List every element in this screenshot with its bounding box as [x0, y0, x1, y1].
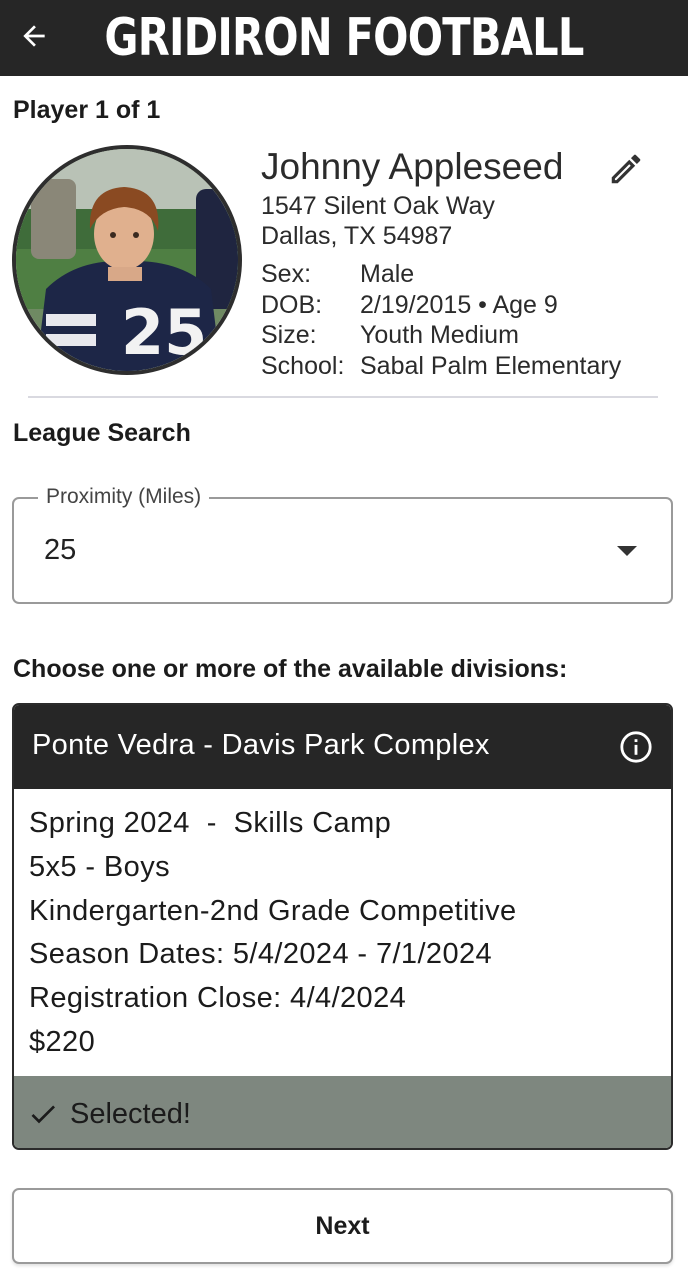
app-header: GRIDIRON FOOTBALL: [0, 0, 688, 76]
proximity-select[interactable]: Proximity (Miles) 25: [12, 483, 673, 604]
player-name: Johnny Appleseed: [261, 146, 564, 187]
division-card[interactable]: Ponte Vedra - Davis Park Complex Spring …: [12, 703, 673, 1150]
edit-player-button[interactable]: [604, 147, 648, 191]
division-registration-close: Registration Close: 4/4/2024: [29, 982, 407, 1014]
detail-value: 2/19/2015 • Age 9: [360, 291, 558, 319]
app-title: GRIDIRON FOOTBALL: [104, 8, 584, 68]
address-line-1: 1547 Silent Oak Way: [261, 192, 495, 220]
division-selected-footer: Selected!: [14, 1076, 671, 1148]
check-icon: [31, 1105, 55, 1124]
detail-label: Size:: [261, 321, 317, 349]
arrow-left-icon: [23, 25, 45, 47]
detail-label: DOB:: [261, 291, 323, 319]
pencil-icon: [611, 154, 641, 184]
division-location: Ponte Vedra - Davis Park Complex: [32, 729, 490, 761]
division-info-button[interactable]: [615, 726, 657, 768]
detail-label: Sex:: [261, 260, 312, 288]
proximity-value: 25: [44, 534, 77, 566]
division-season: Spring 2024 - Skills Camp: [29, 807, 392, 839]
section-divider: [28, 396, 658, 398]
dropdown-arrow-icon: [617, 546, 637, 556]
player-count: Player 1 of 1: [13, 96, 161, 124]
detail-value: Youth Medium: [360, 321, 519, 349]
detail-label: School:: [261, 352, 345, 380]
info-icon: [620, 731, 652, 763]
address-line-2: Dallas, TX 54987: [261, 222, 453, 250]
division-format: 5x5 - Boys: [29, 851, 170, 883]
selected-status: Selected!: [70, 1098, 191, 1130]
next-button[interactable]: Next: [12, 1188, 673, 1264]
division-price: $220: [29, 1026, 96, 1058]
division-season-dates: Season Dates: 5/4/2024 - 7/1/2024: [29, 938, 493, 970]
league-search-heading: League Search: [13, 419, 191, 447]
back-button[interactable]: [12, 14, 56, 58]
division-grade: Kindergarten-2nd Grade Competitive: [29, 895, 517, 927]
detail-value: Sabal Palm Elementary: [360, 352, 622, 380]
detail-value: Male: [360, 260, 415, 288]
division-card-body: Spring 2024 - Skills Camp 5x5 - Boys Kin…: [14, 789, 671, 1076]
player-avatar: 25: [12, 145, 242, 375]
division-card-header: Ponte Vedra - Davis Park Complex: [14, 705, 671, 789]
svg-text:25: 25: [121, 296, 207, 369]
divisions-heading: Choose one or more of the available divi…: [13, 655, 568, 683]
proximity-label: Proximity (Miles): [38, 483, 210, 511]
